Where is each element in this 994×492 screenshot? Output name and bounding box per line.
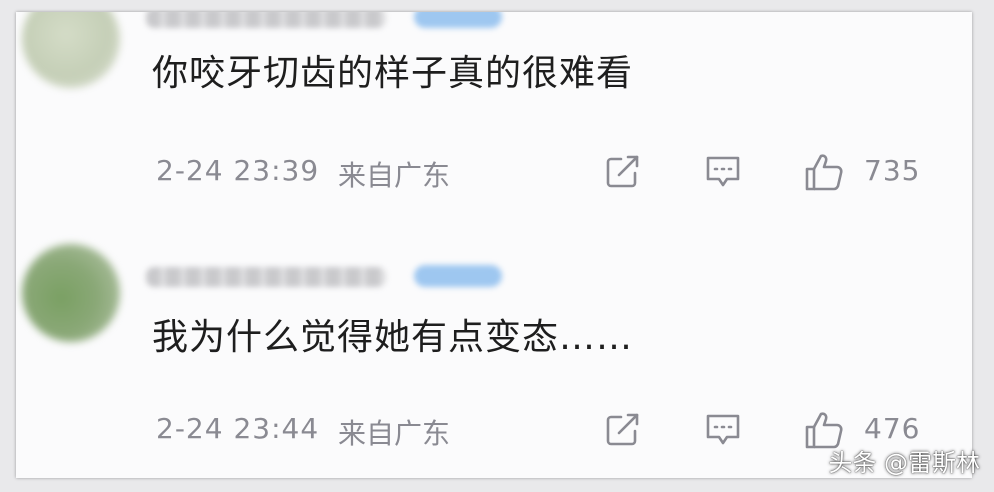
user-badge-blurred xyxy=(414,12,502,28)
reply-icon[interactable] xyxy=(704,154,742,190)
username-blurred[interactable] xyxy=(146,12,386,28)
share-icon[interactable] xyxy=(604,412,640,448)
share-icon[interactable] xyxy=(604,154,640,190)
watermark: 头条 @雷斯林 xyxy=(828,449,980,477)
comment-list: 你咬牙切齿的样子真的很难看 2-24 23:39 来自广东 735 我为什么觉得… xyxy=(16,12,972,478)
comment-item: 我为什么觉得她有点变态…… 2-24 23:44 来自广东 476 xyxy=(16,234,972,474)
comment-meta: 2-24 23:39 来自广东 735 xyxy=(16,154,972,194)
avatar[interactable] xyxy=(22,244,120,342)
timestamp: 2-24 23:39 xyxy=(156,154,320,187)
timestamp: 2-24 23:44 xyxy=(156,412,320,445)
comment-text: 你咬牙切齿的样子真的很难看 xyxy=(152,53,634,94)
like-count: 735 xyxy=(864,154,921,187)
location: 来自广东 xyxy=(338,159,451,192)
comment-text: 我为什么觉得她有点变态…… xyxy=(152,317,634,358)
location: 来自广东 xyxy=(338,417,451,450)
like-count: 476 xyxy=(864,412,921,445)
reply-icon[interactable] xyxy=(704,412,742,448)
comment-item: 你咬牙切齿的样子真的很难看 2-24 23:39 来自广东 735 xyxy=(16,12,972,220)
avatar[interactable] xyxy=(22,12,120,88)
username-blurred[interactable] xyxy=(146,267,386,287)
like-icon[interactable] xyxy=(804,152,844,192)
user-badge-blurred xyxy=(414,265,502,287)
